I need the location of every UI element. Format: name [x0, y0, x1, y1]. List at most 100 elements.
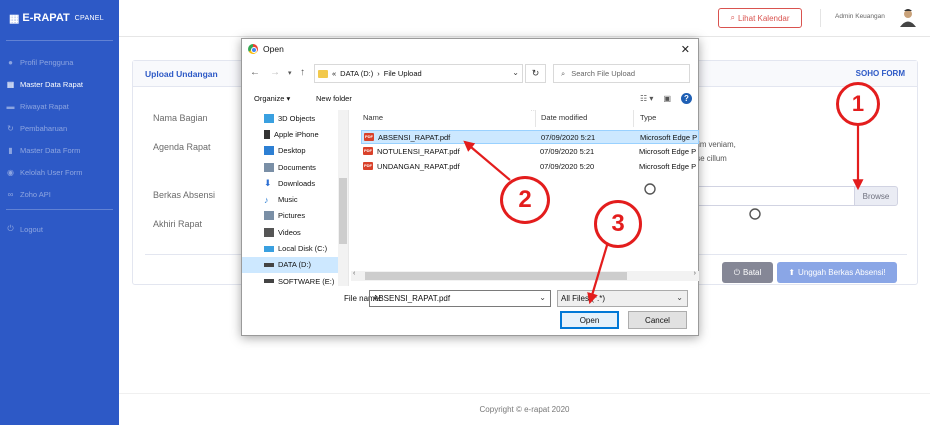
- sidebar: ▦ E-RAPAT CPANEL ● Profil Pengguna ▦ Maste…: [0, 0, 119, 425]
- view-options-icon[interactable]: ☷ ▾: [640, 94, 653, 103]
- address-bar[interactable]: « DATA (D:) › File Upload ⌄: [314, 64, 523, 83]
- scroll-right-icon[interactable]: ›: [694, 270, 696, 277]
- sidebar-item-label: Master Data Rapat: [20, 79, 83, 89]
- file-row[interactable]: PDF NOTULENSI_RAPAT.pdf 07/09/2020 5:21 …: [361, 145, 699, 159]
- chevron-down-icon[interactable]: ⌄: [539, 293, 546, 302]
- help-icon[interactable]: ?: [681, 93, 692, 104]
- file-date: 07/09/2020 5:21: [540, 147, 595, 156]
- column-date[interactable]: Date modified: [541, 113, 587, 122]
- sidebar-item-zoho-api[interactable]: ∞ Zoho API: [0, 183, 119, 205]
- cancel-button[interactable]: Cancel: [628, 311, 687, 329]
- nav-item-label: 3D Objects: [278, 113, 316, 123]
- file-date: 07/09/2020 5:21: [541, 133, 596, 142]
- refresh-button[interactable]: ↻: [525, 64, 546, 83]
- nav-item-label: DATA (D:): [278, 260, 312, 270]
- forward-arrow-icon[interactable]: →: [270, 67, 280, 78]
- file-row[interactable]: PDF ABSENSI_RAPAT.pdf 07/09/2020 5:21 Mi…: [361, 130, 699, 144]
- nav-item-label: Apple iPhone: [274, 129, 319, 139]
- address-drive[interactable]: DATA (D:): [340, 69, 373, 78]
- footer: Copyright © e-rapat 2020: [119, 393, 930, 425]
- chevron-down-icon[interactable]: ⌄: [512, 68, 519, 77]
- horizontal-scroll-thumb[interactable]: [365, 272, 627, 280]
- scroll-left-icon[interactable]: ‹: [353, 270, 355, 277]
- radio-icon[interactable]: [748, 207, 762, 221]
- nav-item-label: Local Disk (C:): [278, 244, 328, 254]
- admin-name[interactable]: Admin Keuangan: [835, 13, 885, 20]
- chevron-down-icon[interactable]: ⌄: [676, 293, 683, 302]
- address-separator: ›: [377, 69, 380, 78]
- nav-scroll-thumb[interactable]: [339, 178, 347, 244]
- nav-item-label: Desktop: [278, 146, 306, 156]
- nav-item-local-disk[interactable]: Local Disk (C:): [242, 240, 348, 256]
- address-prefix: «: [332, 69, 337, 78]
- sidebar-item-label: Profil Pengguna: [20, 57, 74, 67]
- sidebar-item-label: Zoho API: [20, 189, 51, 199]
- address-folder[interactable]: File Upload: [384, 69, 422, 78]
- organize-button[interactable]: Organize ▾: [254, 94, 290, 103]
- file-name: UNDANGAN_RAPAT.pdf: [377, 162, 460, 171]
- preview-pane-icon[interactable]: ▣: [663, 94, 671, 103]
- nav-item-3d-objects[interactable]: 3D Objects: [242, 110, 348, 126]
- brand-title: E-RAPAT: [22, 12, 70, 24]
- sidebar-item-kelolah-user[interactable]: ◉ Kelolah User Form: [0, 161, 119, 183]
- desktop-icon: [264, 146, 274, 156]
- open-file-dialog: Open ✕ ← → ▾ ↑ « DATA (D:) › File Upload…: [241, 38, 699, 336]
- sidebar-item-label: Riwayat Rapat: [20, 101, 69, 111]
- documents-icon: [264, 162, 274, 172]
- nav-item-apple-iphone[interactable]: Apple iPhone: [242, 126, 348, 142]
- sidebar-item-riwayat[interactable]: ▬ Riwayat Rapat: [0, 95, 119, 117]
- new-folder-button[interactable]: New folder: [316, 94, 352, 103]
- back-arrow-icon[interactable]: ←: [250, 67, 260, 78]
- nav-item-label: SOFTWARE (E:): [278, 276, 335, 286]
- radio-icon[interactable]: [643, 182, 657, 196]
- nav-item-label: Pictures: [278, 211, 306, 221]
- nav-item-music[interactable]: ♪ Music: [242, 191, 348, 207]
- disk-icon: [264, 245, 274, 252]
- file-name-input[interactable]: ABSENSI_RAPAT.pdf ⌄: [369, 290, 551, 307]
- navigation-row: ← → ▾ ↑ « DATA (D:) › File Upload ⌄ ↻ ⌕ …: [242, 63, 700, 85]
- column-name[interactable]: Name: [363, 113, 383, 122]
- nav-item-data-d[interactable]: DATA (D:): [242, 256, 348, 273]
- file-row[interactable]: PDF UNDANGAN_RAPAT.pdf 07/09/2020 5:20 M…: [361, 160, 699, 174]
- horizontal-scrollbar[interactable]: ‹ ›: [351, 270, 699, 281]
- search-icon: ⌕: [730, 13, 735, 22]
- nav-item-documents[interactable]: Documents: [242, 159, 348, 175]
- file-type-filter[interactable]: All Files (*.*) ⌄: [557, 290, 688, 307]
- nav-item-pictures[interactable]: Pictures: [242, 208, 348, 224]
- unggah-button[interactable]: ⬆ Unggah Berkas Absensi!: [777, 262, 897, 283]
- recent-dropdown-icon[interactable]: ▾: [288, 69, 292, 77]
- lihat-kalendar-button[interactable]: ⌕ Lihat Kalendar: [718, 8, 802, 28]
- drive-icon: [264, 262, 274, 267]
- column-type[interactable]: Type: [640, 113, 656, 122]
- sidebar-item-master-data-form[interactable]: ▮ Master Data Form: [0, 139, 119, 161]
- sidebar-item-pembaharuan[interactable]: ↻ Pembaharuan: [0, 117, 119, 139]
- sidebar-item-master-data-rapat[interactable]: ▦ Master Data Rapat: [0, 73, 119, 95]
- topbar: ⌕ Lihat Kalendar Admin Keuangan: [119, 0, 930, 37]
- nav-item-software-e[interactable]: SOFTWARE (E:): [242, 273, 348, 286]
- nav-item-videos[interactable]: Videos: [242, 224, 348, 240]
- folder-icon: [318, 69, 328, 78]
- sidebar-item-profil[interactable]: ● Profil Pengguna: [0, 51, 119, 73]
- nav-item-desktop[interactable]: Desktop: [242, 143, 348, 159]
- dialog-title: Open: [263, 44, 284, 54]
- nav-item-label: Music: [278, 195, 298, 205]
- nav-scrollbar[interactable]: [338, 110, 348, 286]
- file-name-value: ABSENSI_RAPAT.pdf: [373, 294, 451, 303]
- batal-button[interactable]: ⏻ Batal: [722, 262, 773, 283]
- browse-button[interactable]: Browse: [854, 186, 898, 206]
- search-input[interactable]: ⌕ Search File Upload: [553, 64, 690, 83]
- sidebar-item-logout[interactable]: ⏻ Logout: [0, 218, 119, 240]
- open-button[interactable]: Open: [560, 311, 619, 329]
- nav-item-downloads[interactable]: ⬇ Downloads: [242, 175, 348, 191]
- batal-label: Batal: [743, 268, 762, 277]
- pdf-icon: PDF: [363, 147, 373, 155]
- avatar[interactable]: [899, 7, 917, 27]
- upload-icon: ⬆: [788, 268, 796, 277]
- topbar-divider: [820, 9, 821, 27]
- up-arrow-icon[interactable]: ↑: [300, 67, 305, 78]
- brand[interactable]: ▦ E-RAPAT CPANEL: [0, 0, 119, 36]
- file-type-filter-value: All Files (*.*): [561, 294, 606, 303]
- pdf-icon: PDF: [363, 162, 373, 170]
- close-icon[interactable]: ✕: [681, 43, 690, 56]
- navigation-pane: 3D Objects Apple iPhone Desktop Document…: [242, 110, 349, 286]
